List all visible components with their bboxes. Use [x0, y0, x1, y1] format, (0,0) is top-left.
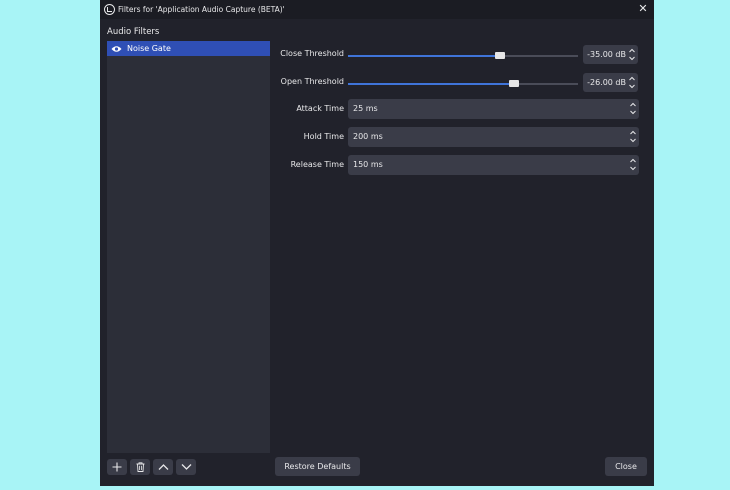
- remove-filter-button[interactable]: [130, 459, 150, 475]
- attack-time-label: Attack Time: [296, 104, 344, 113]
- window-title: Filters for 'Application Audio Capture (…: [118, 5, 285, 14]
- hold-time-row: Hold Time 200 ms: [272, 127, 640, 147]
- release-time-spinbox[interactable]: 150 ms: [348, 155, 639, 175]
- hold-time-label: Hold Time: [303, 132, 344, 141]
- open-threshold-slider-fill: [348, 83, 514, 85]
- chevron-up-down-icon[interactable]: [629, 129, 637, 144]
- move-up-button[interactable]: [153, 459, 173, 475]
- trash-icon: [136, 462, 144, 472]
- filters-window: Filters for 'Application Audio Capture (…: [100, 0, 654, 486]
- open-threshold-value: -26.00 dB: [587, 78, 626, 87]
- chevron-up-down-icon[interactable]: [628, 75, 636, 90]
- spin-arrows[interactable]: [629, 157, 637, 172]
- open-threshold-row: Open Threshold -26.00 dB: [272, 72, 640, 92]
- filter-list: Noise Gate: [107, 41, 270, 453]
- add-icon: [112, 462, 122, 472]
- spin-arrows[interactable]: [629, 101, 637, 116]
- open-threshold-slider[interactable]: [348, 80, 578, 87]
- attack-time-value: 25 ms: [353, 104, 378, 113]
- close-button[interactable]: Close: [605, 457, 647, 476]
- app-logo-icon: [104, 4, 115, 15]
- spin-arrows[interactable]: [628, 47, 636, 62]
- chevron-up-down-icon[interactable]: [628, 47, 636, 62]
- hold-time-value: 200 ms: [353, 132, 383, 141]
- arrow-up-icon: [158, 464, 168, 470]
- spin-arrows[interactable]: [629, 129, 637, 144]
- restore-defaults-button[interactable]: Restore Defaults: [275, 457, 360, 476]
- attack-time-row: Attack Time 25 ms: [272, 99, 640, 119]
- close-threshold-row: Close Threshold -35.00 dB: [272, 44, 640, 64]
- list-item-label: Noise Gate: [127, 44, 171, 53]
- close-threshold-label: Close Threshold: [280, 49, 344, 58]
- open-threshold-label: Open Threshold: [280, 77, 344, 86]
- close-icon[interactable]: ✕: [637, 3, 649, 15]
- open-threshold-slider-handle[interactable]: [508, 80, 519, 87]
- close-threshold-slider-handle[interactable]: [494, 52, 505, 59]
- chevron-up-down-icon[interactable]: [629, 101, 637, 116]
- arrow-down-icon: [181, 464, 191, 470]
- list-item-noise-gate[interactable]: Noise Gate: [107, 41, 270, 56]
- add-filter-button[interactable]: [107, 459, 127, 475]
- release-time-label: Release Time: [290, 160, 344, 169]
- attack-time-spinbox[interactable]: 25 ms: [348, 99, 639, 119]
- open-threshold-spinbox[interactable]: -26.00 dB: [583, 73, 638, 92]
- chevron-up-down-icon[interactable]: [629, 157, 637, 172]
- title-bar: Filters for 'Application Audio Capture (…: [100, 0, 654, 19]
- release-time-value: 150 ms: [353, 160, 383, 169]
- move-down-button[interactable]: [176, 459, 196, 475]
- hold-time-spinbox[interactable]: 200 ms: [348, 127, 639, 147]
- audio-filters-heading: Audio Filters: [107, 27, 160, 37]
- close-threshold-slider[interactable]: [348, 52, 578, 59]
- release-time-row: Release Time 150 ms: [272, 155, 640, 175]
- close-threshold-spinbox[interactable]: -35.00 dB: [583, 45, 638, 64]
- spin-arrows[interactable]: [628, 75, 636, 90]
- close-threshold-value: -35.00 dB: [587, 50, 626, 59]
- eye-icon[interactable]: [111, 45, 122, 53]
- close-threshold-slider-fill: [348, 55, 500, 57]
